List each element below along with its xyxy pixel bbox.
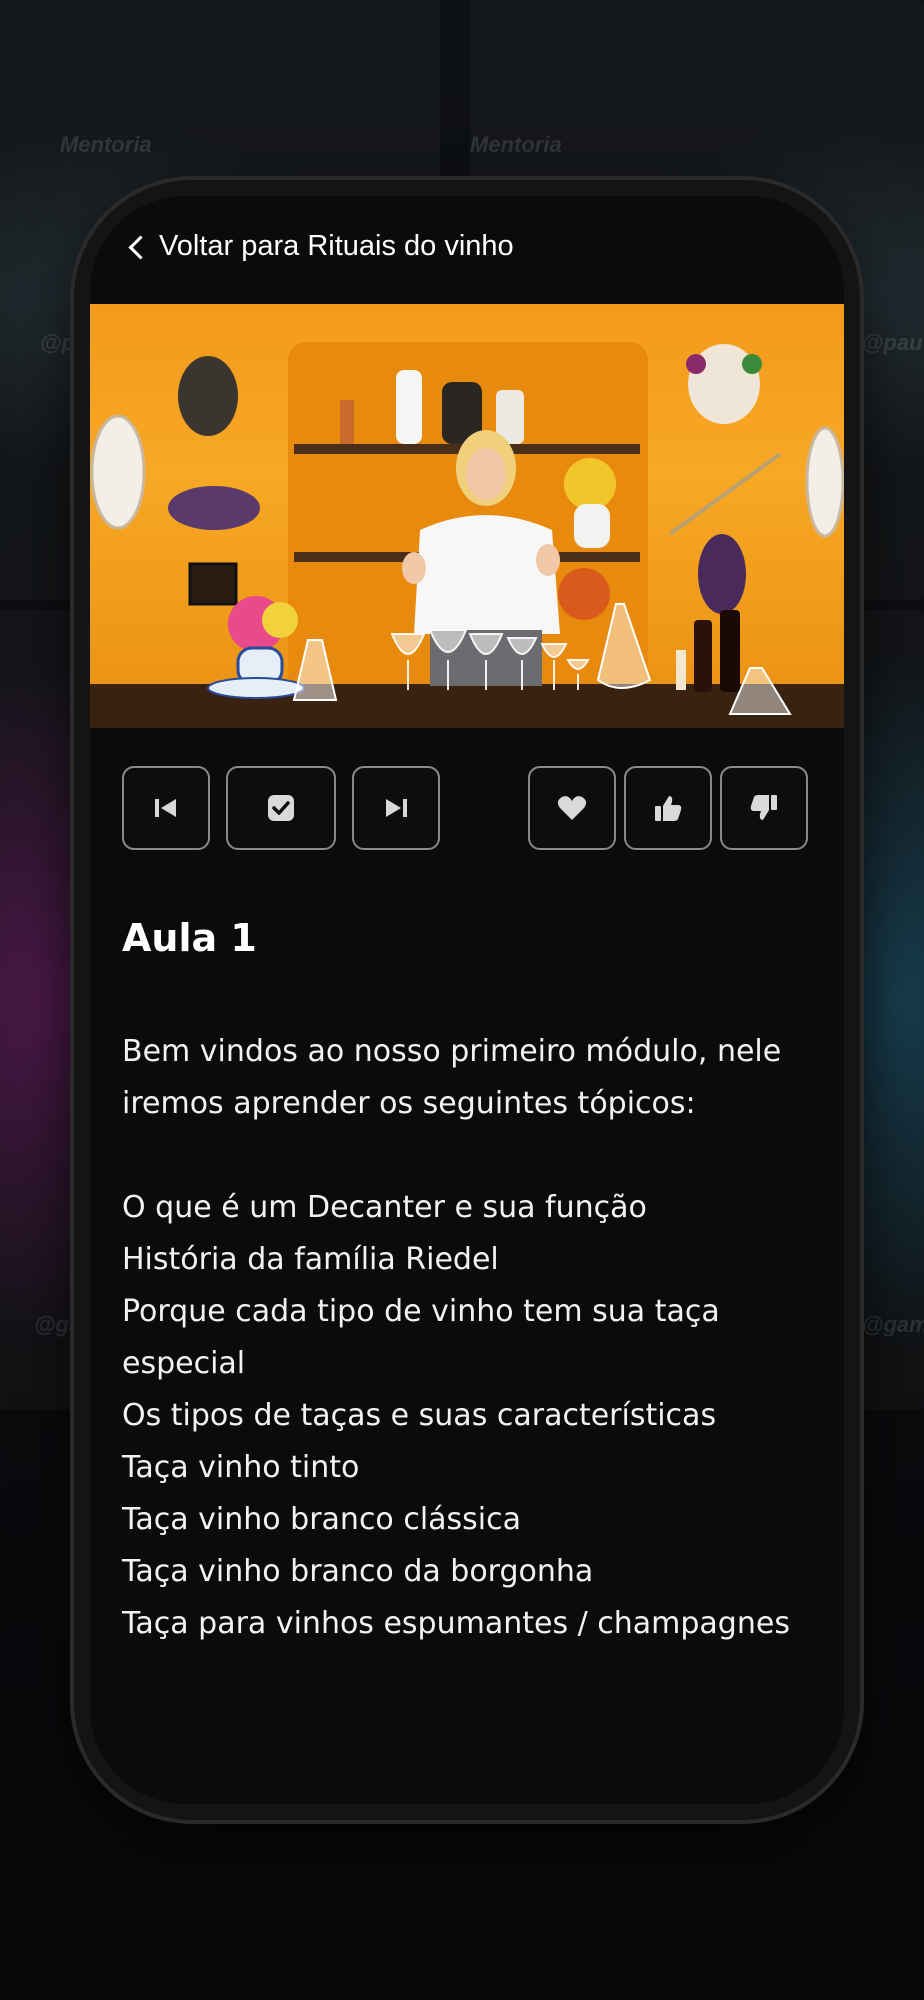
previous-lesson-button[interactable]: [122, 766, 210, 850]
check-square-icon: [268, 795, 294, 821]
topic-item: O que é um Decanter e sua função: [122, 1190, 647, 1225]
presenter-face: [466, 448, 506, 500]
chevron-left-icon: [128, 235, 153, 260]
flower-bouquet: [558, 568, 610, 620]
topic-item: Taça vinho branco clássica: [122, 1502, 522, 1537]
flower-bouquet: [564, 458, 616, 510]
wall-plate: [90, 414, 146, 530]
dislike-button[interactable]: [720, 766, 808, 850]
wall-sword: [668, 452, 782, 536]
wall-mask: [178, 356, 238, 436]
topic-item: Porque cada tipo de vinho tem sua taça e…: [122, 1294, 720, 1381]
thumbs-down-icon: [750, 795, 777, 820]
next-lesson-button[interactable]: [352, 766, 440, 850]
lesson-title: Aula 1: [122, 916, 257, 960]
like-button[interactable]: [624, 766, 712, 850]
lesson-description: Bem vindos ao nosso primeiro módulo, nel…: [122, 1026, 822, 1650]
grape-decoration: [168, 486, 260, 530]
back-to-course-link[interactable]: Voltar para Rituais do vinho: [128, 230, 514, 263]
topic-item: Taça para vinhos espumantes / champagnes: [122, 1606, 790, 1641]
vase: [574, 504, 610, 548]
lesson-controls: [122, 766, 812, 854]
figurine: [396, 370, 422, 444]
lesson-screen: Voltar para Rituais do vinho Aula 1 Bem …: [90, 196, 844, 1804]
grape-decoration: [698, 534, 746, 614]
wall-plate: [805, 426, 844, 538]
background-label: @pau: [862, 330, 923, 355]
topic-item: História da família Riedel: [122, 1242, 499, 1277]
thumbs-up-icon: [655, 796, 682, 821]
wine-bottle: [720, 610, 740, 692]
back-link-label: Voltar para Rituais do vinho: [159, 230, 514, 262]
topic-item: Taça vinho tinto: [122, 1450, 360, 1485]
presenter-shirt: [414, 515, 560, 634]
skip-previous-icon: [155, 799, 176, 817]
topic-item: Os tipos de taças e suas características: [122, 1398, 717, 1433]
lesson-intro: Bem vindos ao nosso primeiro módulo, nel…: [122, 1034, 782, 1121]
figurine: [340, 400, 354, 444]
picture-frame: [188, 562, 238, 606]
heart-icon: [557, 796, 587, 820]
mark-complete-button[interactable]: [226, 766, 336, 850]
favorite-button[interactable]: [528, 766, 616, 850]
topic-item: Taça vinho branco da borgonha: [122, 1554, 594, 1589]
video-frame-illustration: [90, 342, 844, 728]
video-player[interactable]: [90, 304, 844, 728]
background-label: Mentoria: [60, 132, 152, 157]
skip-next-icon: [386, 799, 407, 817]
wine-bottle: [694, 620, 712, 692]
candle: [676, 650, 686, 690]
background-label: Mentoria: [470, 132, 562, 157]
background-label: @gam: [862, 1312, 924, 1337]
